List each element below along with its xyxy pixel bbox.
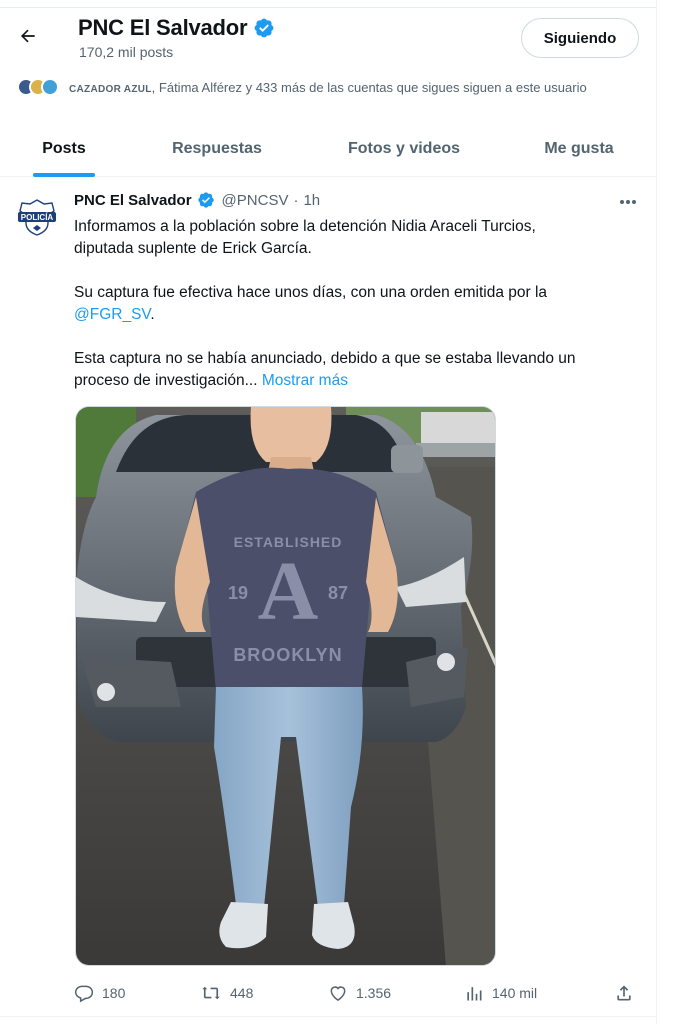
profile-page: PNC El Salvador 170,2 mil posts Siguiend… — [0, 0, 676, 1024]
post-text-line: Esta captura no se había anunciado, debi… — [74, 350, 576, 367]
profile-header-name: PNC El Salvador — [78, 15, 275, 41]
like-count: 1.356 — [356, 985, 392, 1001]
post-header: PNC El Salvador @PNCSV · 1h — [74, 191, 320, 209]
views-count: 140 mil — [492, 985, 538, 1001]
post-handle[interactable]: @PNCSV — [222, 192, 289, 209]
shirt-print-text: 87 — [328, 583, 348, 603]
verified-badge-icon — [197, 192, 214, 208]
shirt-print-text: BROOKLYN — [233, 645, 342, 665]
share-button[interactable] — [614, 980, 634, 1006]
post-text-fragment: proceso de investigación... — [74, 372, 258, 389]
author-avatar[interactable]: POLICÍA — [14, 194, 60, 240]
post-text-line: @FGR_SV. — [74, 304, 634, 326]
following-button[interactable]: Siguiendo — [521, 18, 639, 58]
tab-likes[interactable]: Me gusta — [502, 120, 656, 177]
like-button[interactable]: 1.356 — [328, 980, 391, 1006]
arrest-photo: ESTABLISHED 19 A 87 BROOKLYN — [76, 407, 495, 965]
follower-name-caps: CAZADOR AZUL — [69, 83, 152, 95]
reply-icon — [74, 985, 94, 1003]
column-border — [656, 0, 657, 1024]
repost-count: 448 — [230, 985, 254, 1001]
tab-label: Posts — [42, 139, 86, 157]
post-time[interactable]: 1h — [303, 192, 320, 209]
repost-button[interactable]: 448 — [200, 980, 253, 1006]
active-tab-indicator — [33, 173, 95, 177]
profile-name: PNC El Salvador — [78, 15, 248, 40]
shirt-print-text: 19 — [228, 583, 248, 603]
tab-media[interactable]: Fotos y videos — [306, 120, 502, 177]
show-more-link[interactable]: Mostrar más — [262, 372, 348, 389]
profile-tabs: Posts Respuestas Fotos y videos Me gusta — [0, 120, 656, 177]
known-followers-text: CAZADOR AZUL, Fátima Alférez y 433 más d… — [69, 80, 587, 95]
share-icon — [617, 985, 631, 1001]
posts-count: 170,2 mil posts — [79, 44, 174, 60]
repost-icon — [202, 986, 220, 1000]
reply-count: 180 — [102, 985, 126, 1001]
post-photo[interactable]: ESTABLISHED 19 A 87 BROOKLYN — [75, 406, 496, 966]
known-followers[interactable]: CAZADOR AZUL, Fátima Alférez y 433 más d… — [17, 78, 587, 96]
back-button[interactable] — [12, 20, 44, 52]
tab-label: Respuestas — [172, 139, 262, 157]
post-text-line: Su captura fue efectiva hace unos días, … — [74, 284, 548, 301]
mention-link[interactable]: @FGR_SV — [74, 306, 150, 323]
more-dots-icon — [620, 200, 636, 204]
police-shield-icon: POLICÍA — [18, 199, 56, 236]
post-text-line: proceso de investigación... Mostrar más — [74, 370, 634, 392]
post-text-line: Informamos a la población sobre la deten… — [74, 218, 536, 235]
follower-avatar — [41, 78, 59, 96]
post-actions: 180 448 1.356 140 mil — [74, 980, 644, 1006]
back-arrow-icon — [21, 29, 35, 43]
tab-replies[interactable]: Respuestas — [128, 120, 306, 177]
heart-icon — [330, 986, 346, 1001]
separator-dot: · — [293, 191, 299, 209]
post-text-line: diputada suplente de Erick García. — [74, 240, 312, 257]
post-divider — [0, 1016, 656, 1017]
views-button[interactable]: 140 mil — [464, 980, 537, 1006]
tab-label: Me gusta — [544, 139, 614, 157]
post-body: Informamos a la población sobre la deten… — [74, 216, 634, 392]
reply-button[interactable]: 180 — [74, 980, 125, 1006]
followers-rest-text: , Fátima Alférez y 433 más de las cuenta… — [151, 79, 587, 95]
more-options-button[interactable] — [612, 192, 644, 212]
tab-posts[interactable]: Posts — [0, 120, 128, 177]
tab-label: Fotos y videos — [347, 139, 461, 157]
analytics-icon — [467, 987, 482, 1001]
avatar-text: POLICÍA — [21, 213, 54, 222]
post-author-name[interactable]: PNC El Salvador — [74, 192, 192, 209]
post-text-fragment: . — [150, 306, 155, 323]
shirt-print-text: A — [258, 545, 319, 638]
top-divider — [0, 7, 656, 8]
verified-badge-icon — [255, 18, 274, 38]
